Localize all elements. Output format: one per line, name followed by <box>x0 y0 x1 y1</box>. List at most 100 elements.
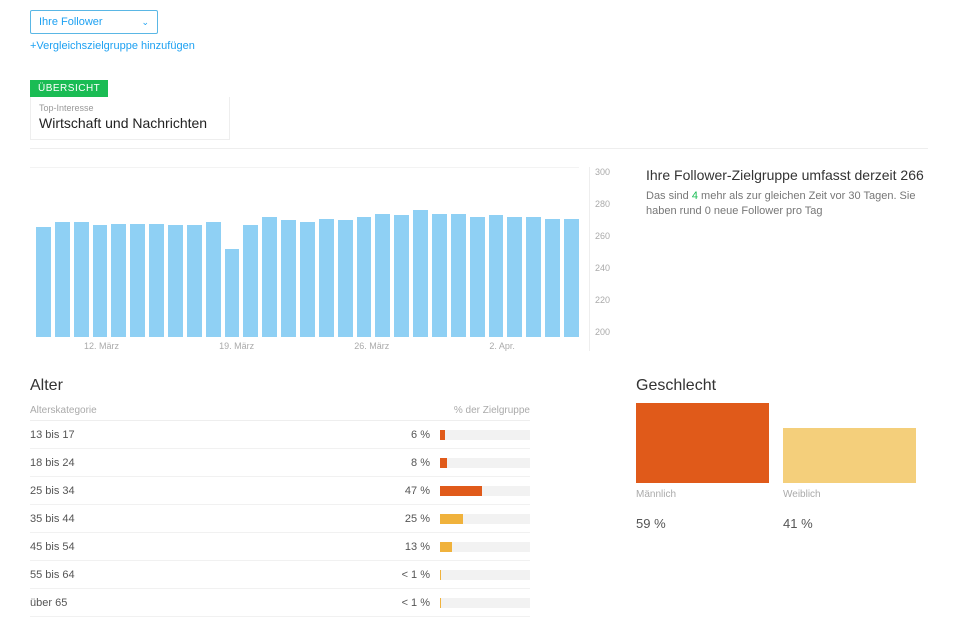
followers-bar <box>55 222 70 337</box>
age-row-label: über 65 <box>30 597 190 609</box>
gender-title: Geschlecht <box>636 377 916 395</box>
age-row-bar <box>440 570 530 580</box>
age-row-bar <box>440 542 530 552</box>
age-row: 55 bis 64< 1 % <box>30 561 530 589</box>
followers-bar <box>470 217 485 337</box>
followers-yaxis-tick: 220 <box>595 295 625 305</box>
followers-xaxis-tick <box>274 341 286 351</box>
followers-bar <box>432 214 447 337</box>
gender-bar <box>636 403 769 483</box>
followers-yaxis-tick: 300 <box>595 167 625 177</box>
age-row-label: 18 bis 24 <box>30 457 190 469</box>
followers-xaxis-tick <box>519 341 531 351</box>
followers-xaxis-tick <box>187 341 199 351</box>
gender-label: Männlich <box>636 489 769 500</box>
followers-bar <box>300 222 315 337</box>
followers-bar <box>243 225 258 337</box>
followers-bar <box>149 224 164 337</box>
age-row: über 65< 1 % <box>30 589 530 617</box>
age-row: 13 bis 176 % <box>30 421 530 449</box>
age-row-bar <box>440 430 530 440</box>
age-row-pct: 13 % <box>190 541 440 553</box>
followers-bar <box>451 214 466 337</box>
followers-bar <box>507 217 522 337</box>
audience-dropdown[interactable]: Ihre Follower ⌄ <box>30 10 158 34</box>
age-col-label: Alterskategorie <box>30 405 97 416</box>
age-section: Alter Alterskategorie % der Zielgruppe 1… <box>30 377 530 617</box>
followers-bar <box>413 210 428 337</box>
gender-bar <box>783 428 916 483</box>
followers-yaxis-tick: 280 <box>595 199 625 209</box>
followers-chart: 300280260240220200 12. März19. März26. M… <box>30 167 590 351</box>
followers-bar <box>357 217 372 337</box>
followers-xaxis-tick <box>290 341 302 351</box>
followers-xaxis-tick: 12. März <box>84 341 119 351</box>
followers-xaxis-tick <box>409 341 421 351</box>
followers-yaxis-tick: 260 <box>595 231 625 241</box>
chevron-down-icon: ⌄ <box>141 17 149 28</box>
age-row-pct: 47 % <box>190 485 440 497</box>
followers-bar <box>319 219 334 337</box>
followers-bar <box>338 220 353 337</box>
add-compare-link[interactable]: +Vergleichszielgruppe hinzufügen <box>30 40 195 52</box>
overview-tag: ÜBERSICHT <box>30 80 108 97</box>
followers-xaxis-tick <box>535 341 547 351</box>
followers-bar <box>225 249 240 337</box>
followers-bar <box>262 217 277 337</box>
age-row-label: 45 bis 54 <box>30 541 190 553</box>
age-row-label: 35 bis 44 <box>30 513 190 525</box>
followers-bar <box>545 219 560 337</box>
followers-bar <box>526 217 541 337</box>
followers-yaxis-tick: 200 <box>595 327 625 337</box>
followers-xaxis-tick <box>203 341 215 351</box>
gender-pct: 59 % <box>636 516 769 531</box>
followers-xaxis-tick <box>68 341 80 351</box>
followers-chart-yaxis: 300280260240220200 <box>595 167 625 337</box>
followers-chart-bars <box>30 167 579 337</box>
age-row-pct: 8 % <box>190 457 440 469</box>
followers-xaxis-tick: 19. März <box>219 341 254 351</box>
followers-xaxis-tick <box>441 341 453 351</box>
overview-subtitle: Top-Interesse <box>39 103 221 113</box>
audience-dropdown-label: Ihre Follower <box>39 16 103 28</box>
overview-value: Wirtschaft und Nachrichten <box>39 115 221 131</box>
followers-bar <box>74 222 89 337</box>
gender-pcts: 59 %41 % <box>636 506 916 531</box>
age-row: 45 bis 5413 % <box>30 533 530 561</box>
followers-bar <box>168 225 183 337</box>
age-row-pct: < 1 % <box>190 597 440 609</box>
followers-xaxis-tick <box>567 341 579 351</box>
gender-section: Geschlecht MännlichWeiblich 59 %41 % <box>636 377 916 617</box>
followers-xaxis-tick <box>338 341 350 351</box>
age-title: Alter <box>30 377 530 395</box>
age-row-bar <box>440 458 530 468</box>
followers-bar <box>281 220 296 337</box>
followers-bar <box>206 222 221 337</box>
age-row-label: 55 bis 64 <box>30 569 190 581</box>
age-row-bar <box>440 514 530 524</box>
followers-bar <box>375 214 390 337</box>
followers-xaxis-tick <box>139 341 151 351</box>
age-row-pct: 6 % <box>190 429 440 441</box>
followers-chart-xaxis: 12. März 19. März 26. März 2. Apr. <box>30 341 579 351</box>
followers-xaxis-tick <box>473 341 485 351</box>
followers-summary-headline: Ihre Follower-Zielgruppe umfasst derzeit… <box>646 167 926 183</box>
followers-xaxis-tick <box>171 341 183 351</box>
followers-xaxis-tick: 2. Apr. <box>489 341 515 351</box>
followers-xaxis-tick <box>551 341 563 351</box>
followers-bar <box>111 224 126 337</box>
followers-xaxis-tick: 26. März <box>354 341 389 351</box>
age-col-value: % der Zielgruppe <box>454 405 530 416</box>
followers-bar <box>489 215 504 337</box>
age-row-pct: 25 % <box>190 513 440 525</box>
age-table-head: Alterskategorie % der Zielgruppe <box>30 401 530 421</box>
age-row-bar <box>440 598 530 608</box>
followers-xaxis-tick <box>36 341 48 351</box>
age-row-label: 13 bis 17 <box>30 429 190 441</box>
age-row-bar <box>440 486 530 496</box>
followers-xaxis-tick <box>457 341 469 351</box>
followers-bar <box>187 225 202 337</box>
followers-bar <box>36 227 51 337</box>
gender-labels: MännlichWeiblich <box>636 489 916 500</box>
followers-summary-text: Das sind 4 mehr als zur gleichen Zeit vo… <box>646 189 926 220</box>
